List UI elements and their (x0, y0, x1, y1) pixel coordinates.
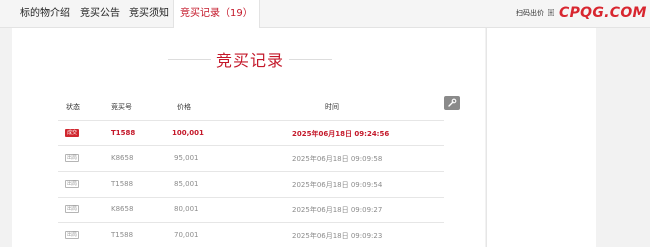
column-header-time: 时间 (325, 103, 339, 111)
settings-button[interactable] (444, 96, 460, 110)
column-header-price: 价格 (177, 103, 191, 111)
tab-item-intro[interactable]: 标的物介绍 (20, 0, 70, 27)
row-divider (58, 222, 444, 223)
tab-bidding-rules[interactable]: 竞买须知 (129, 0, 169, 27)
column-header-bidder: 竞买号 (111, 103, 132, 111)
table-header-divider (58, 120, 444, 121)
scan-to-bid-label[interactable]: 扫码出价 (516, 8, 544, 18)
bid-price: 100,001 (172, 129, 204, 137)
bid-price: 95,001 (174, 154, 199, 162)
bid-time: 2025年06月18日 09:24:56 (292, 130, 390, 138)
brand-logo: CPQG.COM (559, 5, 647, 21)
bid-time: 2025年06月18日 09:09:54 (292, 181, 383, 189)
bidder-id: T1588 (111, 180, 134, 188)
tab-auction-notice[interactable]: 竞买公告 (80, 0, 120, 27)
row-divider (58, 197, 444, 198)
bid-price: 85,001 (174, 180, 199, 188)
status-badge: 出局 (65, 154, 79, 162)
tab-bar: 标的物介绍 竞买公告 竞买须知 竞买记录（19） 扫码出价 CPQG.COM (0, 0, 650, 28)
bid-price: 70,001 (174, 231, 199, 239)
bid-time: 2025年06月18日 09:09:23 (292, 232, 383, 240)
qr-code-icon[interactable] (548, 9, 554, 16)
column-header-status: 状态 (66, 103, 80, 111)
bid-time: 2025年06月18日 09:09:58 (292, 155, 383, 163)
bid-price: 80,001 (174, 205, 199, 213)
side-panel (486, 28, 596, 247)
wrench-icon (448, 98, 457, 107)
status-badge: 成交 (65, 129, 79, 137)
bid-time: 2025年06月18日 09:09:27 (292, 206, 383, 214)
title-divider-right (289, 59, 332, 60)
row-divider (58, 171, 444, 172)
status-badge: 出局 (65, 180, 79, 188)
bidder-id: K8658 (111, 154, 134, 162)
status-badge: 出局 (65, 205, 79, 213)
bidder-id: T1588 (111, 129, 136, 137)
status-badge: 出局 (65, 231, 79, 239)
row-divider (58, 145, 444, 146)
bidder-id: K8658 (111, 205, 134, 213)
tab-bid-records[interactable]: 竞买记录（19） (173, 0, 260, 28)
bidder-id: T1588 (111, 231, 134, 239)
section-title: 竞买记录 (215, 51, 284, 70)
